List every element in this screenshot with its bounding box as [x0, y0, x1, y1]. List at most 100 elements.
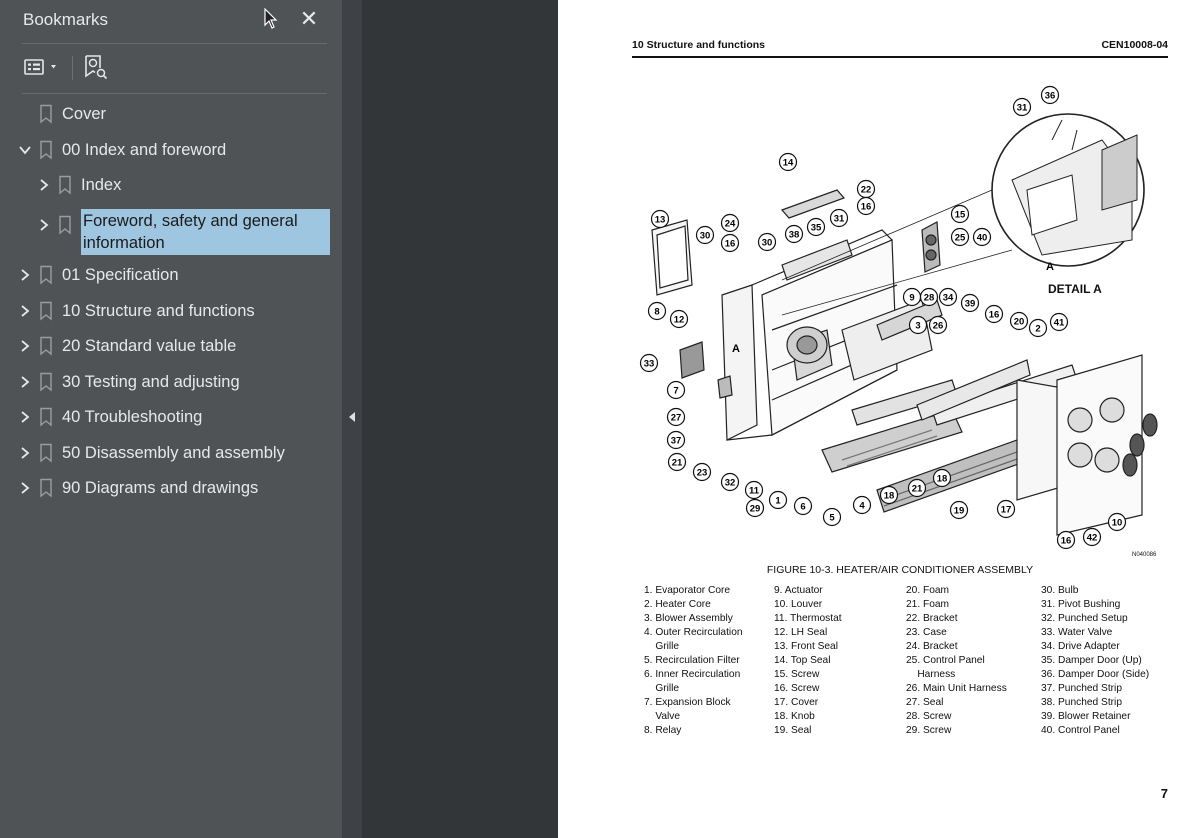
callout-number: 16 [989, 310, 1000, 321]
legend-column: 9. Actuator 10. Louver 11. Thermostat 12. L… [774, 584, 842, 738]
legend-column: 30. Bulb 31. Pivot Bushing 32. Punched Set… [1041, 584, 1149, 738]
legend-item: 1. Evaporator Core [644, 585, 731, 596]
page-number: 7 [1160, 786, 1168, 801]
callout-number: 28 [924, 293, 935, 304]
callout-number: 11 [749, 486, 760, 497]
bookmark-label: 40 Troubleshooting [62, 408, 203, 426]
bookmark-row[interactable]: Cover [14, 98, 106, 130]
callout-number: 20 [1014, 317, 1025, 328]
callout-number: 30 [762, 238, 773, 249]
chevron-right-icon[interactable] [14, 264, 36, 286]
legend-item: 29. Screw [906, 725, 952, 736]
legend-item: 10. Louver [774, 599, 823, 610]
bookmark-row[interactable]: 00 Index and foreword [14, 134, 226, 166]
document-viewer: 10 Structure and functions CEN10008-04 D… [362, 0, 1200, 838]
chevron-right-icon[interactable] [14, 406, 36, 428]
bookmark-options-button[interactable] [22, 52, 62, 82]
callout-number: 31 [1017, 103, 1028, 114]
bookmark-row[interactable]: Index [33, 169, 121, 201]
callout-number: 38 [789, 230, 800, 241]
bookmark-row[interactable]: 01 Specification [14, 259, 179, 291]
chevron-right-icon[interactable] [14, 477, 36, 499]
callout-number: 9 [909, 293, 914, 304]
legend-column: 20. Foam 21. Foam 22. Bracket 23. Case 24. B… [906, 584, 1007, 738]
list-options-icon [24, 59, 56, 75]
legend-item: Valve [644, 711, 681, 722]
toolbar-divider-line [22, 93, 327, 94]
callout-number: 22 [861, 185, 872, 196]
bookmark-icon [36, 264, 56, 286]
legend-item: 16. Screw [774, 683, 820, 694]
legend-item: 23. Case [906, 627, 947, 638]
callout-number: 35 [811, 223, 822, 234]
bookmark-icon [55, 174, 75, 196]
legend-item: 12. LH Seal [774, 627, 828, 638]
chevron-right-icon[interactable] [33, 174, 55, 196]
chevron-right-icon[interactable] [33, 214, 55, 236]
callout-number: 36 [1045, 91, 1056, 102]
bookmark-row[interactable]: 90 Diagrams and drawings [14, 472, 258, 504]
drawing-number: N040086 [1132, 552, 1157, 558]
callout-number: 18 [937, 474, 948, 485]
callout-number: 40 [977, 233, 988, 244]
callout-number: 27 [671, 413, 682, 424]
callout-number: 10 [1112, 518, 1123, 529]
legend-item: 5. Recirculation Filter [644, 655, 740, 666]
detail-marker: A [732, 343, 740, 355]
legend-item: 40. Control Panel [1041, 725, 1120, 736]
callout-number: 4 [859, 501, 865, 512]
bookmark-row[interactable]: 40 Troubleshooting [14, 401, 202, 433]
bookmark-icon [36, 442, 56, 464]
legend-column: 1. Evaporator Core 2. Heater Core 3. Blowe… [644, 584, 743, 738]
header-rule [632, 56, 1168, 58]
chevron-right-icon[interactable] [14, 371, 36, 393]
panel-title: Bookmarks [23, 10, 109, 29]
chevron-right-icon[interactable] [14, 300, 36, 322]
legend-item: 39. Blower Retainer [1041, 711, 1131, 722]
bookmark-row[interactable]: 20 Standard value table [14, 330, 236, 362]
legend-item: 6. Inner Recirculation [644, 669, 741, 680]
bookmark-icon [36, 371, 56, 393]
close-panel-button[interactable]: ✕ [296, 6, 322, 32]
callout-number: 33 [644, 359, 655, 370]
collapse-panel-icon[interactable] [346, 409, 358, 425]
callout-number: 5 [829, 513, 835, 524]
legend-item: 27. Seal [906, 697, 944, 708]
callout-number: 12 [674, 315, 685, 326]
callout-number: 25 [955, 233, 966, 244]
legend-item: 25. Control Panel [906, 655, 985, 666]
legend-item: 11. Thermostat [774, 613, 842, 624]
running-head-left: 10 Structure and functions [632, 39, 766, 51]
legend-item: 8. Relay [644, 725, 682, 736]
legend-item: 35. Damper Door (Up) [1041, 655, 1142, 666]
chevron-right-icon[interactable] [14, 335, 36, 357]
bookmarks-panel: Bookmarks ✕ Cover 00 Index and foreword … [0, 0, 342, 838]
bookmark-label: Index [81, 176, 122, 194]
legend-item: 9. Actuator [774, 585, 823, 596]
bookmark-icon [36, 139, 56, 161]
bookmark-label: Cover [62, 105, 107, 123]
callout-number: 16 [725, 239, 736, 250]
callout-number: 16 [861, 202, 872, 213]
panel-header: Bookmarks ✕ [0, 0, 342, 40]
callout-number: 24 [725, 219, 736, 230]
bookmark-icon [55, 214, 75, 236]
legend-item: 26. Main Unit Harness [906, 683, 1007, 694]
bookmark-row[interactable]: Foreword, safety and general information [33, 209, 330, 255]
find-bookmark-button[interactable] [82, 52, 110, 82]
bookmark-row[interactable]: 50 Disassembly and assembly [14, 437, 285, 469]
callout-number: 19 [954, 506, 965, 517]
chevron-down-icon[interactable] [14, 139, 36, 161]
chevron-right-icon[interactable] [14, 442, 36, 464]
legend-item: 14. Top Seal [774, 655, 831, 666]
assembly-figure: DETAIL A N040086 143136221613302416 30383… [639, 85, 1158, 558]
chevron-placeholder [14, 103, 36, 125]
callout-number: 34 [943, 293, 954, 304]
legend-item: 37. Punched Strip [1041, 683, 1122, 694]
callout-number: 3 [915, 321, 920, 332]
bookmark-row[interactable]: 10 Structure and functions [14, 295, 255, 327]
bookmarks-toolbar [0, 44, 342, 92]
callout-number: 1 [775, 496, 781, 507]
bookmark-row[interactable]: 30 Testing and adjusting [14, 366, 240, 398]
legend-item: Grille [644, 683, 680, 694]
